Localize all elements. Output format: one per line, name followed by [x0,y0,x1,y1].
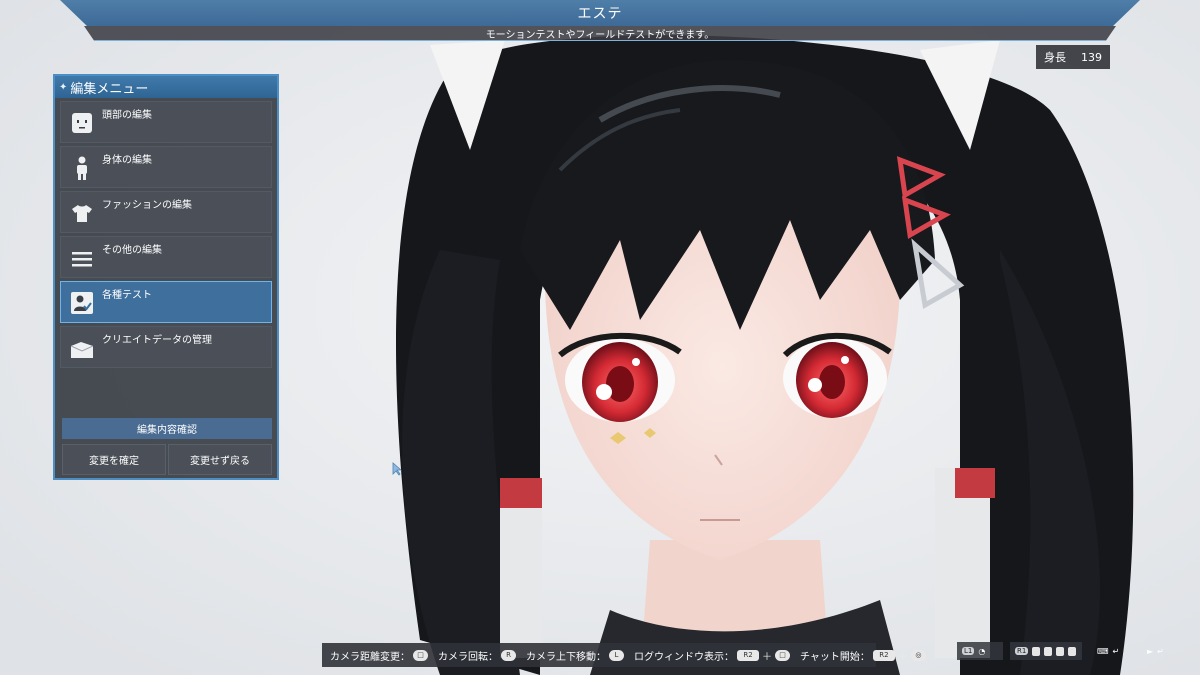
subheader-bar: モーションテストやフィールドテストができます。 [84,26,1116,41]
enter-icon: ↵ [1157,646,1164,656]
r1-tag: R1 [1015,647,1029,655]
keyboard-icon: ⌨ [1097,646,1109,656]
enter-button[interactable]: ► ↵ [1142,642,1182,660]
header-bar: エステ [60,0,1140,26]
shirt-icon [72,205,92,222]
folder-icon [71,342,93,358]
l1-tag: L1 [962,647,975,655]
outfit-toggle-button[interactable]: R1 [1010,642,1082,660]
keyboard-button[interactable]: ⌨ ↵ [1092,642,1132,660]
play-icon: ► [1147,646,1154,656]
menu-item-label: クリエイトデータの管理 [102,335,212,346]
list-icon [72,252,92,267]
height-stat: 身長 139 [1036,45,1110,69]
shirt-icon [1044,646,1053,656]
apply-changes-button[interactable]: 変更を確定 [62,444,166,475]
menu-item-body[interactable]: 身体の編集 [60,146,272,188]
menu-item-fashion[interactable]: ファッションの編集 [60,191,272,233]
control-hint-log-window: ログウィンドウ表示： R2 ＋ □ [634,648,790,663]
r2-button-icon: R2 [737,649,759,661]
edit-menu-panel: ✦ 編集メニュー 頭部の編集 身体の編集 ファッションの編集 その他の編集 各種… [53,74,279,480]
menu-item-other[interactable]: その他の編集 [60,236,272,278]
menu-item-head[interactable]: 頭部の編集 [60,101,272,143]
edit-menu-list: 頭部の編集 身体の編集 ファッションの編集 その他の編集 各種テスト クリエイト… [55,98,277,368]
r2-button-icon: R2 [872,649,895,661]
outfit-icon [1032,646,1041,656]
review-edits-button[interactable]: 編集内容確認 [62,418,272,439]
right-stick-icon: R [501,649,516,661]
control-hint-camera-vertical: カメラ上下移動： L [526,648,624,663]
menu-item-label: 各種テスト [102,290,152,301]
head-icon [72,113,92,133]
page-title: エステ [577,6,623,22]
face-icon: ◔ [978,646,986,656]
height-label: 身長 [1044,51,1066,64]
menu-item-test[interactable]: 各種テスト [60,281,272,323]
edit-menu-header: ✦ 編集メニュー [55,76,277,98]
menu-item-label: 身体の編集 [102,155,152,166]
sparkle-icon: ✦ [59,81,68,93]
test-icon [71,292,93,314]
circle-button-icon: ◎ [910,649,926,661]
control-hint-camera-rotate: カメラ回転： R [438,648,516,663]
height-value: 139 [1081,50,1102,64]
control-hint-chat: チャット開始： R2 ＋ ◎ [800,648,926,663]
button-glyph-icon: □ [413,649,428,661]
edit-menu-title: 編集メニュー [70,81,149,97]
return-icon: ↵ [1112,646,1120,656]
page-subtitle: モーションテストやフィールドテストができます。 [485,29,715,41]
body-icon [77,156,87,180]
menu-item-create-data[interactable]: クリエイトデータの管理 [60,326,272,368]
square-button-icon: □ [775,649,790,661]
innerwear-icon [1068,646,1077,656]
camera-toggle-button[interactable]: L1 ◔ [957,642,1003,660]
coat-icon [1056,646,1065,656]
menu-item-label: ファッションの編集 [102,200,192,211]
menu-item-label: 頭部の編集 [102,110,152,121]
control-hint-camera-zoom: カメラ距離変更： □ [330,648,428,663]
left-stick-icon: L [609,649,624,661]
menu-item-label: その他の編集 [102,245,162,256]
cursor-icon [392,462,402,476]
discard-changes-button[interactable]: 変更せず戻る [168,444,272,475]
controls-hint-bar: カメラ距離変更： □ カメラ回転： R カメラ上下移動： L ログウィンドウ表示… [322,643,926,667]
